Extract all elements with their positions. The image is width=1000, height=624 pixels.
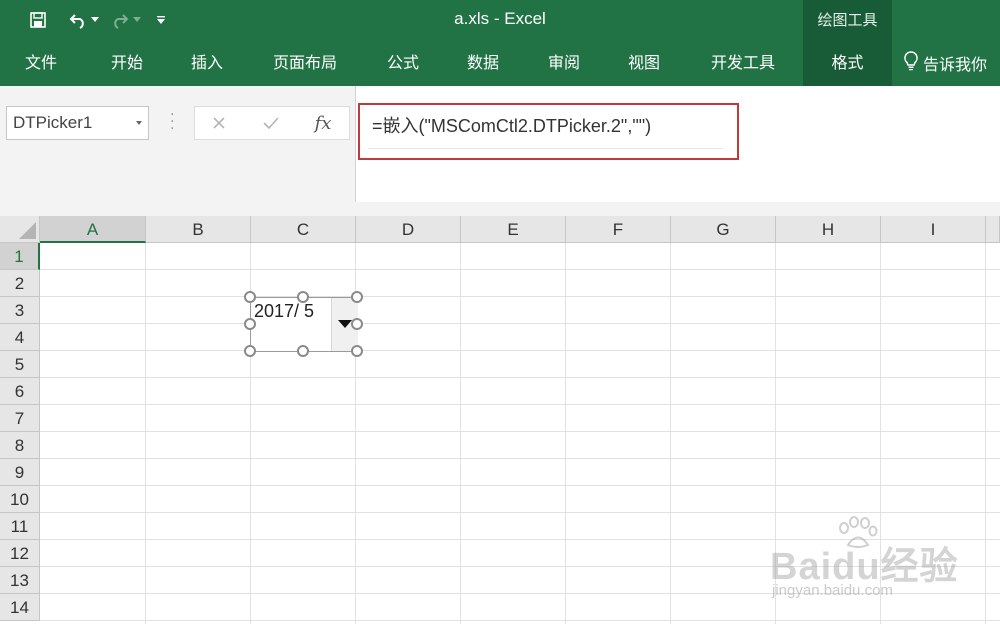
grid-line [40, 539, 1000, 540]
row-header-6[interactable]: 6 [0, 378, 40, 405]
title-bar: a.xls - Excel 绘图工具 [0, 0, 1000, 40]
insert-function-button[interactable]: fx [303, 107, 343, 139]
resize-handle-bottom[interactable] [297, 345, 309, 357]
tab-page-layout[interactable]: 页面布局 [262, 40, 348, 86]
formula-bar-splitter[interactable]: · · · [170, 108, 174, 136]
row-header-5[interactable]: 5 [0, 351, 40, 378]
grid-line [40, 323, 1000, 324]
name-box[interactable]: DTPicker1 [6, 106, 149, 140]
grid-line [40, 404, 1000, 405]
column-header-f[interactable]: F [566, 216, 671, 243]
row-header-7[interactable]: 7 [0, 405, 40, 432]
formula-underline [368, 148, 723, 149]
column-header-b[interactable]: B [146, 216, 251, 243]
resize-handle-left[interactable] [244, 318, 256, 330]
formula-text: =嵌入("MSComCtl2.DTPicker.2","") [372, 116, 652, 136]
undo-dropdown-icon[interactable] [90, 8, 100, 32]
formula-bar-region: DTPicker1 · · · fx =嵌入("MSComCtl2.DTPicker… [0, 86, 1000, 216]
cancel-icon[interactable] [199, 107, 239, 139]
tab-insert[interactable]: 插入 [180, 40, 234, 86]
tab-home[interactable]: 开始 [100, 40, 154, 86]
tell-me-label: 告诉我你 [923, 55, 988, 74]
resize-handle-top-left[interactable] [244, 291, 256, 303]
grid-line [40, 512, 1000, 513]
grid-line [40, 269, 1000, 270]
column-header-a[interactable]: A [40, 216, 146, 243]
resize-handle-bottom-left[interactable] [244, 345, 256, 357]
resize-handle-right[interactable] [351, 318, 363, 330]
resize-handle-top[interactable] [297, 291, 309, 303]
column-header-d[interactable]: D [356, 216, 461, 243]
grid-line [40, 620, 1000, 621]
context-group-drawing-tools: 绘图工具 [803, 0, 892, 40]
formula-bar-buttons: fx [194, 106, 350, 140]
grid-line [40, 377, 1000, 378]
column-header-g[interactable]: G [671, 216, 776, 243]
tab-review[interactable]: 审阅 [537, 40, 591, 86]
grid-line [40, 485, 1000, 486]
row-header-11[interactable]: 11 [0, 513, 40, 540]
customize-toolbar-icon[interactable] [154, 8, 168, 32]
select-all-button[interactable] [0, 216, 40, 243]
enter-check-icon[interactable] [251, 107, 291, 139]
dtpicker-control[interactable]: 2017/ 5 [250, 297, 358, 352]
grid-line [40, 431, 1000, 432]
dropdown-arrow-icon [338, 320, 352, 328]
grid-line [40, 566, 1000, 567]
save-icon[interactable] [26, 8, 50, 32]
tab-data[interactable]: 数据 [456, 40, 510, 86]
worksheet-grid[interactable]: A B C D E F G H I 1 2 3 4 5 6 7 8 9 10 1… [0, 216, 1000, 624]
dtpicker-value[interactable]: 2017/ 5 [254, 301, 314, 322]
column-header-i[interactable]: I [881, 216, 986, 243]
row-header-9[interactable]: 9 [0, 459, 40, 486]
resize-handle-bottom-right[interactable] [351, 345, 363, 357]
row-header-10[interactable]: 10 [0, 486, 40, 513]
row-header-4[interactable]: 4 [0, 324, 40, 351]
tab-formulas[interactable]: 公式 [376, 40, 430, 86]
grid-line [40, 350, 1000, 351]
name-box-value: DTPicker1 [13, 113, 93, 132]
row-header-8[interactable]: 8 [0, 432, 40, 459]
redo-icon[interactable] [108, 8, 132, 32]
redo-dropdown-icon[interactable] [132, 8, 142, 32]
tab-developer[interactable]: 开发工具 [700, 40, 786, 86]
row-header-2[interactable]: 2 [0, 270, 40, 297]
undo-icon[interactable] [66, 8, 90, 32]
formula-input[interactable]: =嵌入("MSComCtl2.DTPicker.2","") [355, 86, 1000, 202]
row-header-1[interactable]: 1 [0, 243, 40, 270]
name-box-dropdown-icon[interactable] [136, 121, 142, 125]
row-header-14[interactable]: 14 [0, 594, 40, 621]
row-header-3[interactable]: 3 [0, 297, 40, 324]
tell-me-box[interactable]: 告诉我你 [904, 40, 987, 86]
resize-handle-top-right[interactable] [351, 291, 363, 303]
grid-line [40, 458, 1000, 459]
row-header-12[interactable]: 12 [0, 540, 40, 567]
column-header-c[interactable]: C [251, 216, 356, 243]
grid-line [40, 296, 1000, 297]
grid-line [40, 593, 1000, 594]
column-header-partial[interactable] [986, 216, 1000, 243]
column-header-e[interactable]: E [461, 216, 566, 243]
tab-file[interactable]: 文件 [14, 40, 68, 86]
column-header-h[interactable]: H [776, 216, 881, 243]
tab-format[interactable]: 格式 [803, 40, 892, 86]
quick-access-toolbar [26, 8, 168, 32]
row-header-13[interactable]: 13 [0, 567, 40, 594]
fx-icon: fx [314, 112, 332, 134]
ribbon-tabs: 文件 开始 插入 页面布局 公式 数据 审阅 视图 开发工具 格式 告诉我你 [0, 40, 1000, 86]
lightbulb-icon [904, 51, 918, 75]
tab-view[interactable]: 视图 [617, 40, 671, 86]
